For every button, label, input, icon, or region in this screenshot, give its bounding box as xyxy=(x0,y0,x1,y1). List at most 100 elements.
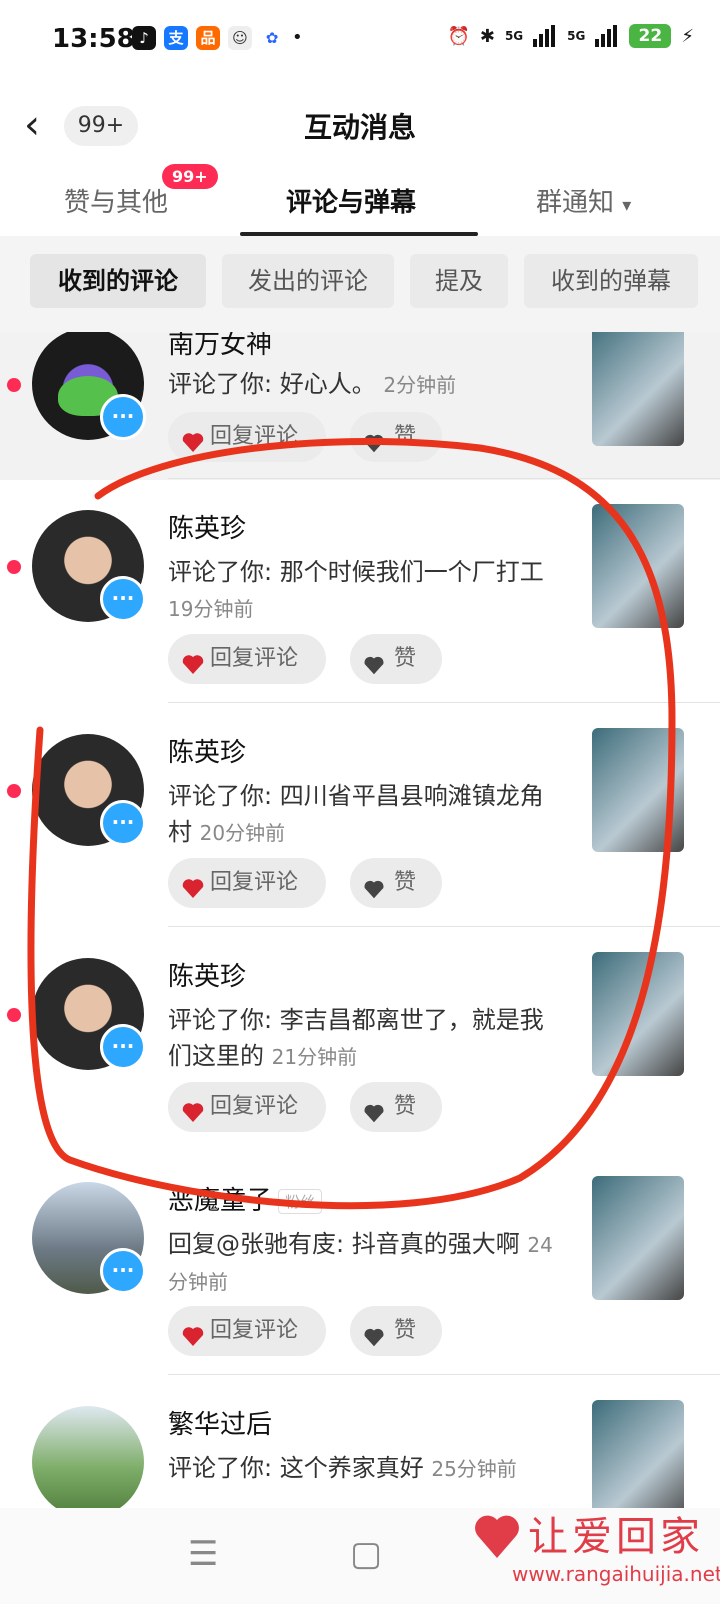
comment-item[interactable]: ··· 陈英珍 评论了你: 那个时候我们一个厂打工 19分钟前 回复评论 赞 xyxy=(0,480,720,708)
reply-button[interactable]: 回复评论 xyxy=(168,1306,326,1356)
watermark-logo: 让爱回家 www.rangaihuijia.net xyxy=(472,1500,720,1600)
watermark-title: 让爱回家 xyxy=(528,1514,704,1560)
heart-logo-icon xyxy=(180,424,206,452)
comment-body: 评论了你: 那个时候我们一个厂打工 xyxy=(168,558,544,586)
video-thumbnail[interactable] xyxy=(592,952,684,1076)
comment-text: 评论了你: 好心人。 2分钟前 xyxy=(168,366,558,403)
video-thumbnail[interactable] xyxy=(592,728,684,852)
tab-badge: 99+ xyxy=(162,164,218,189)
chip-received-danmaku[interactable]: 收到的弹幕 xyxy=(524,254,698,308)
comment-time: 19分钟前 xyxy=(168,597,254,621)
reply-label: 回复评论 xyxy=(210,646,299,671)
comment-item[interactable]: ··· 陈英珍 评论了你: 四川省平昌县响滩镇龙角村 20分钟前 回复评论 赞 xyxy=(0,704,720,932)
comment-text: 评论了你: 四川省平昌县响滩镇龙角村 20分钟前 xyxy=(168,778,558,851)
comment-item[interactable]: 繁华过后 评论了你: 这个养家真好 25分钟前 xyxy=(0,1376,720,1508)
reply-label: 回复评论 xyxy=(210,1094,299,1119)
unread-dot xyxy=(7,378,21,392)
comment-list[interactable]: ··· 南万女神 评论了你: 好心人。 2分钟前 回复评论 赞 ··· 陈英珍 … xyxy=(0,332,720,1508)
tab-label: 评论与弹幕 xyxy=(286,188,417,218)
comment-item[interactable]: ··· 恶魔童子 粉丝 回复@张驰有庋: 抖音真的强大啊 24分钟前 回复评论 赞 xyxy=(0,1152,720,1380)
alipay-icon: 支 xyxy=(164,26,188,50)
home-square-icon[interactable]: ▢ xyxy=(350,1534,382,1574)
commenter-name[interactable]: 陈英珍 xyxy=(168,956,246,993)
reply-label: 回复评论 xyxy=(210,424,299,449)
watermark-url: www.rangaihuijia.net xyxy=(512,1562,720,1586)
comment-body: 评论了你: 这个养家真好 xyxy=(168,1454,424,1482)
fan-badge: 粉丝 xyxy=(278,1189,323,1214)
commenter-name[interactable]: 陈英珍 xyxy=(168,732,246,769)
reply-button[interactable]: 回复评论 xyxy=(168,412,326,462)
network-label-1: 5G xyxy=(504,29,524,43)
chip-sent-comments[interactable]: 发出的评论 xyxy=(222,254,394,308)
like-button[interactable]: 赞 xyxy=(350,858,442,908)
comment-text: 评论了你: 那个时候我们一个厂打工 19分钟前 xyxy=(168,554,558,627)
menu-icon[interactable]: ☰ xyxy=(188,1534,218,1574)
divider xyxy=(168,1374,720,1375)
reply-button[interactable]: 回复评论 xyxy=(168,1082,326,1132)
like-button[interactable]: 赞 xyxy=(350,634,442,684)
unread-dot xyxy=(7,560,21,574)
app-icon: 品 xyxy=(196,26,220,50)
reply-button[interactable]: 回复评论 xyxy=(168,858,326,908)
comment-body: 回复@张驰有庋: 抖音真的强大啊 xyxy=(168,1230,520,1258)
tiktok-icon: ♪ xyxy=(132,26,156,50)
commenter-name[interactable]: 恶魔童子 粉丝 xyxy=(168,1180,323,1217)
comment-time: 21分钟前 xyxy=(271,1045,358,1069)
status-indicators: ⏰ ✱ 5G 5G 22 ⚡ xyxy=(447,24,694,48)
chip-mentions[interactable]: 提及 xyxy=(410,254,508,308)
tab-comments-danmaku[interactable]: 评论与弹幕 xyxy=(286,182,416,219)
chip-received-comments[interactable]: 收到的评论 xyxy=(30,254,206,308)
commenter-name[interactable]: 陈英珍 xyxy=(168,508,246,545)
heart-icon xyxy=(362,424,388,453)
like-label: 赞 xyxy=(394,1094,417,1119)
comment-text: 回复@张驰有庋: 抖音真的强大啊 24分钟前 xyxy=(168,1226,558,1300)
filter-chips: 收到的评论 发出的评论 提及 收到的弹幕 xyxy=(0,236,720,332)
battery-indicator: 22 xyxy=(629,24,672,48)
unread-dot xyxy=(7,784,21,798)
tab-likes-others[interactable]: 赞与其他 xyxy=(64,182,168,219)
like-button[interactable]: 赞 xyxy=(350,1082,442,1132)
heart-logo-icon xyxy=(180,1318,206,1346)
unread-dot xyxy=(7,1008,21,1022)
comment-time: 20分钟前 xyxy=(199,821,286,845)
commenter-name[interactable]: 繁华过后 xyxy=(168,1404,272,1441)
like-button[interactable]: 赞 xyxy=(350,412,442,462)
comment-item[interactable]: ··· 陈英珍 评论了你: 李吉昌都离世了，就是我们这里的 21分钟前 回复评论… xyxy=(0,928,720,1156)
comment-badge-icon: ··· xyxy=(100,1248,146,1294)
tab-bar: 赞与其他 99+ 评论与弹幕 群通知 ▾ xyxy=(0,164,720,237)
video-thumbnail[interactable] xyxy=(592,332,684,446)
video-thumbnail[interactable] xyxy=(592,1400,684,1508)
video-thumbnail[interactable] xyxy=(592,504,684,628)
comment-time: 25分钟前 xyxy=(431,1457,517,1481)
reply-button[interactable]: 回复评论 xyxy=(168,634,326,684)
status-bar: 13:58 ♪ 支 品 ☺ ✿ • ⏰ ✱ 5G 5G 22 ⚡ xyxy=(0,0,720,84)
comment-text: 评论了你: 李吉昌都离世了，就是我们这里的 21分钟前 xyxy=(168,1002,558,1075)
tab-group-notice[interactable]: 群通知 ▾ xyxy=(536,182,631,219)
avatar-app-icon: ☺ xyxy=(228,26,252,50)
signal-icon xyxy=(533,25,557,47)
like-label: 赞 xyxy=(394,870,417,895)
like-label: 赞 xyxy=(394,646,417,671)
alarm-icon: ⏰ xyxy=(447,25,470,47)
chevron-down-icon: ▾ xyxy=(622,195,632,216)
charging-icon: ⚡ xyxy=(681,25,694,47)
heart-icon xyxy=(362,1318,388,1347)
commenter-name[interactable]: 南万女神 xyxy=(168,332,272,361)
comment-text: 评论了你: 这个养家真好 25分钟前 xyxy=(168,1450,558,1487)
avatar[interactable] xyxy=(32,1406,144,1508)
comment-badge-icon: ··· xyxy=(100,576,146,622)
comment-badge-icon: ··· xyxy=(100,800,146,846)
divider xyxy=(168,926,720,927)
like-label: 赞 xyxy=(394,424,417,449)
reply-label: 回复评论 xyxy=(210,870,299,895)
video-thumbnail[interactable] xyxy=(592,1176,684,1300)
comment-time: 2分钟前 xyxy=(383,373,457,397)
reply-label: 回复评论 xyxy=(210,1318,299,1343)
like-button[interactable]: 赞 xyxy=(350,1306,442,1356)
page-title: 互动消息 xyxy=(303,111,416,144)
comment-badge-icon: ··· xyxy=(100,1024,146,1070)
comment-body: 评论了你: 好心人。 xyxy=(168,370,376,398)
tab-label: 群通知 xyxy=(536,188,615,218)
heart-icon xyxy=(362,870,388,899)
heart-logo-icon xyxy=(180,1094,206,1122)
